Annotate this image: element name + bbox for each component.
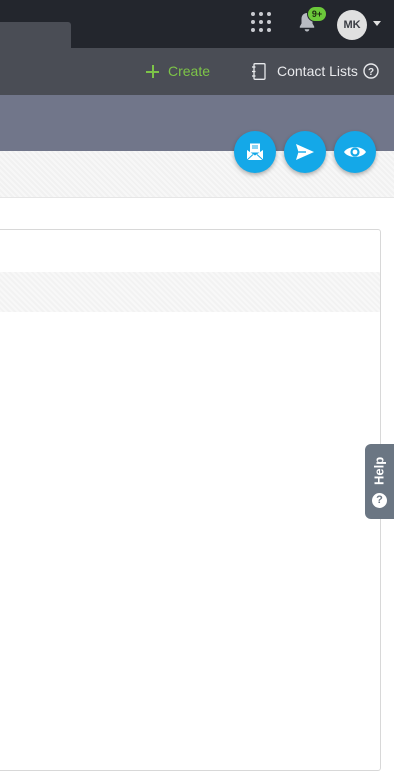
help-circle-glyph: ? — [368, 67, 374, 78]
content-panel — [0, 229, 381, 771]
user-avatar[interactable]: MK — [337, 10, 367, 40]
help-tab[interactable]: Help ? — [365, 444, 394, 519]
email-preview-button[interactable] — [234, 131, 276, 173]
create-button[interactable]: Create — [146, 61, 210, 81]
email-preview-icon — [246, 143, 264, 161]
contact-lists-label: Contact Lists — [277, 63, 358, 79]
address-book-icon — [252, 62, 266, 80]
send-button[interactable] — [284, 131, 326, 173]
help-circle-icon[interactable]: ? — [363, 63, 379, 79]
plus-icon — [146, 64, 159, 78]
notification-badge: 9+ — [307, 6, 327, 22]
eye-icon — [344, 147, 366, 157]
chevron-down-icon[interactable] — [373, 21, 381, 26]
send-icon — [296, 144, 314, 160]
active-tab[interactable] — [0, 22, 71, 48]
preview-button[interactable] — [334, 131, 376, 173]
panel-header-row — [0, 272, 380, 312]
secondary-nav: Create Contact Lists ? — [0, 48, 394, 95]
help-label: Help — [371, 456, 387, 486]
contact-lists-link[interactable]: Contact Lists ? — [252, 60, 379, 82]
top-navbar: 9+ MK — [0, 0, 394, 48]
apps-grid-icon[interactable] — [251, 12, 271, 32]
help-question-icon: ? — [372, 493, 387, 508]
create-label: Create — [168, 63, 211, 79]
